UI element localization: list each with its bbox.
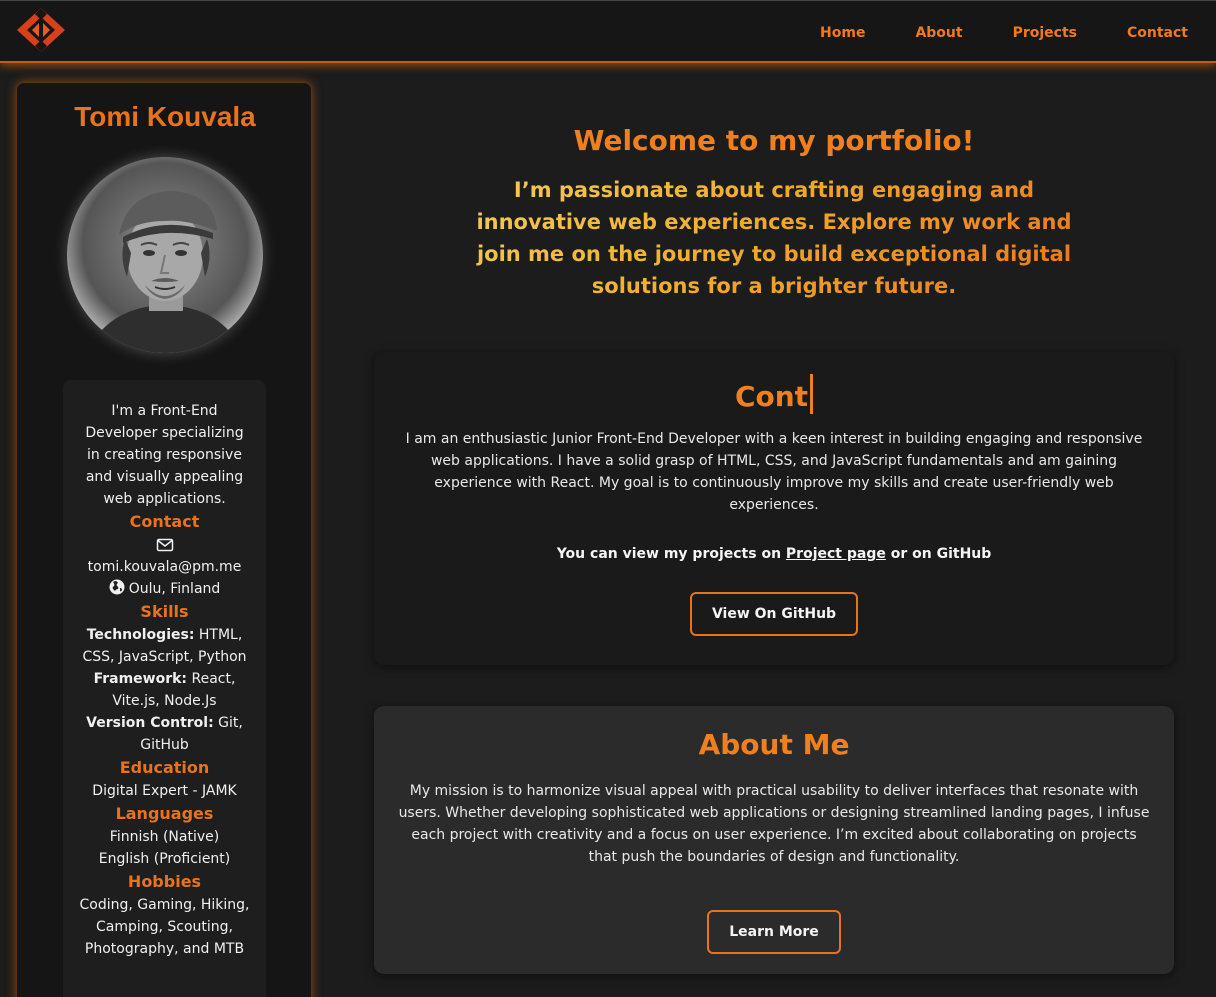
skill-version-control: Version Control: Git, GitHub bbox=[63, 712, 266, 756]
profile-sidebar: Tomi Kouvala I'm a Front-End Developer s… bbox=[16, 82, 312, 997]
projects-suffix: or on GitHub bbox=[885, 546, 992, 562]
location-text: Oulu, Finland bbox=[128, 581, 221, 597]
profile-info-card: I'm a Front-End Developer specializing i… bbox=[63, 380, 266, 997]
hero-subtitle: I’m passionate about crafting engaging a… bbox=[454, 174, 1094, 302]
hero-title: Welcome to my portfolio! bbox=[573, 124, 975, 157]
diamond-logo-icon[interactable] bbox=[16, 7, 66, 53]
nav-link-home[interactable]: Home bbox=[820, 25, 865, 41]
nav-link-about[interactable]: About bbox=[915, 25, 962, 41]
globe-icon bbox=[109, 579, 129, 597]
typing-cursor bbox=[810, 374, 814, 414]
avatar bbox=[67, 157, 263, 353]
intro-card-text: I am an enthusiastic Junior Front-End De… bbox=[405, 431, 1143, 513]
project-page-link[interactable]: Project page bbox=[786, 546, 886, 562]
projects-line: You can view my projects on Project page… bbox=[374, 546, 1174, 562]
intro-card: Cont I am an enthusiastic Junior Front-E… bbox=[374, 352, 1174, 665]
language-item: Finnish (Native) bbox=[109, 829, 220, 845]
navbar: Home About Projects Contact bbox=[0, 0, 1216, 63]
skill-label: Framework: bbox=[93, 671, 188, 687]
education-value: Digital Expert - JAMK bbox=[92, 783, 237, 799]
education-heading: Education bbox=[119, 758, 210, 777]
hobbies-value: Coding, Gaming, Hiking, Camping, Scoutin… bbox=[79, 897, 250, 957]
contact-location: Oulu, Finland bbox=[63, 578, 266, 600]
skill-label: Technologies: bbox=[86, 627, 195, 643]
about-card-text: My mission is to harmonize visual appeal… bbox=[398, 783, 1150, 865]
about-card: About Me My mission is to harmonize visu… bbox=[374, 706, 1174, 974]
projects-prefix: You can view my projects on bbox=[556, 546, 786, 562]
skill-technologies: Technologies: HTML, CSS, JavaScript, Pyt… bbox=[63, 624, 266, 668]
learn-more-button[interactable]: Learn More bbox=[707, 910, 841, 954]
nav-link-projects[interactable]: Projects bbox=[1013, 25, 1077, 41]
intro-card-title: Cont bbox=[374, 374, 1174, 414]
nav-link-contact[interactable]: Contact bbox=[1127, 25, 1188, 41]
nav-links: Home About Projects Contact bbox=[770, 1, 1188, 64]
mail-icon[interactable] bbox=[63, 534, 266, 556]
skills-heading: Skills bbox=[140, 602, 189, 621]
skill-label: Version Control: bbox=[86, 715, 214, 731]
view-on-github-button[interactable]: View On GitHub bbox=[689, 592, 859, 636]
languages-heading: Languages bbox=[115, 804, 214, 823]
contact-email[interactable]: tomi.kouvala@pm.me bbox=[63, 556, 266, 578]
about-card-title: About Me bbox=[698, 728, 850, 761]
profile-intro: I'm a Front-End Developer specializing i… bbox=[85, 403, 244, 507]
contact-heading: Contact bbox=[129, 512, 200, 531]
profile-name: Tomi Kouvala bbox=[74, 101, 256, 132]
language-item: English (Proficient) bbox=[98, 851, 231, 867]
hobbies-heading: Hobbies bbox=[127, 872, 202, 891]
typing-text: Cont bbox=[734, 380, 809, 413]
skill-framework: Framework: React, Vite.js, Node.Js bbox=[63, 668, 266, 712]
